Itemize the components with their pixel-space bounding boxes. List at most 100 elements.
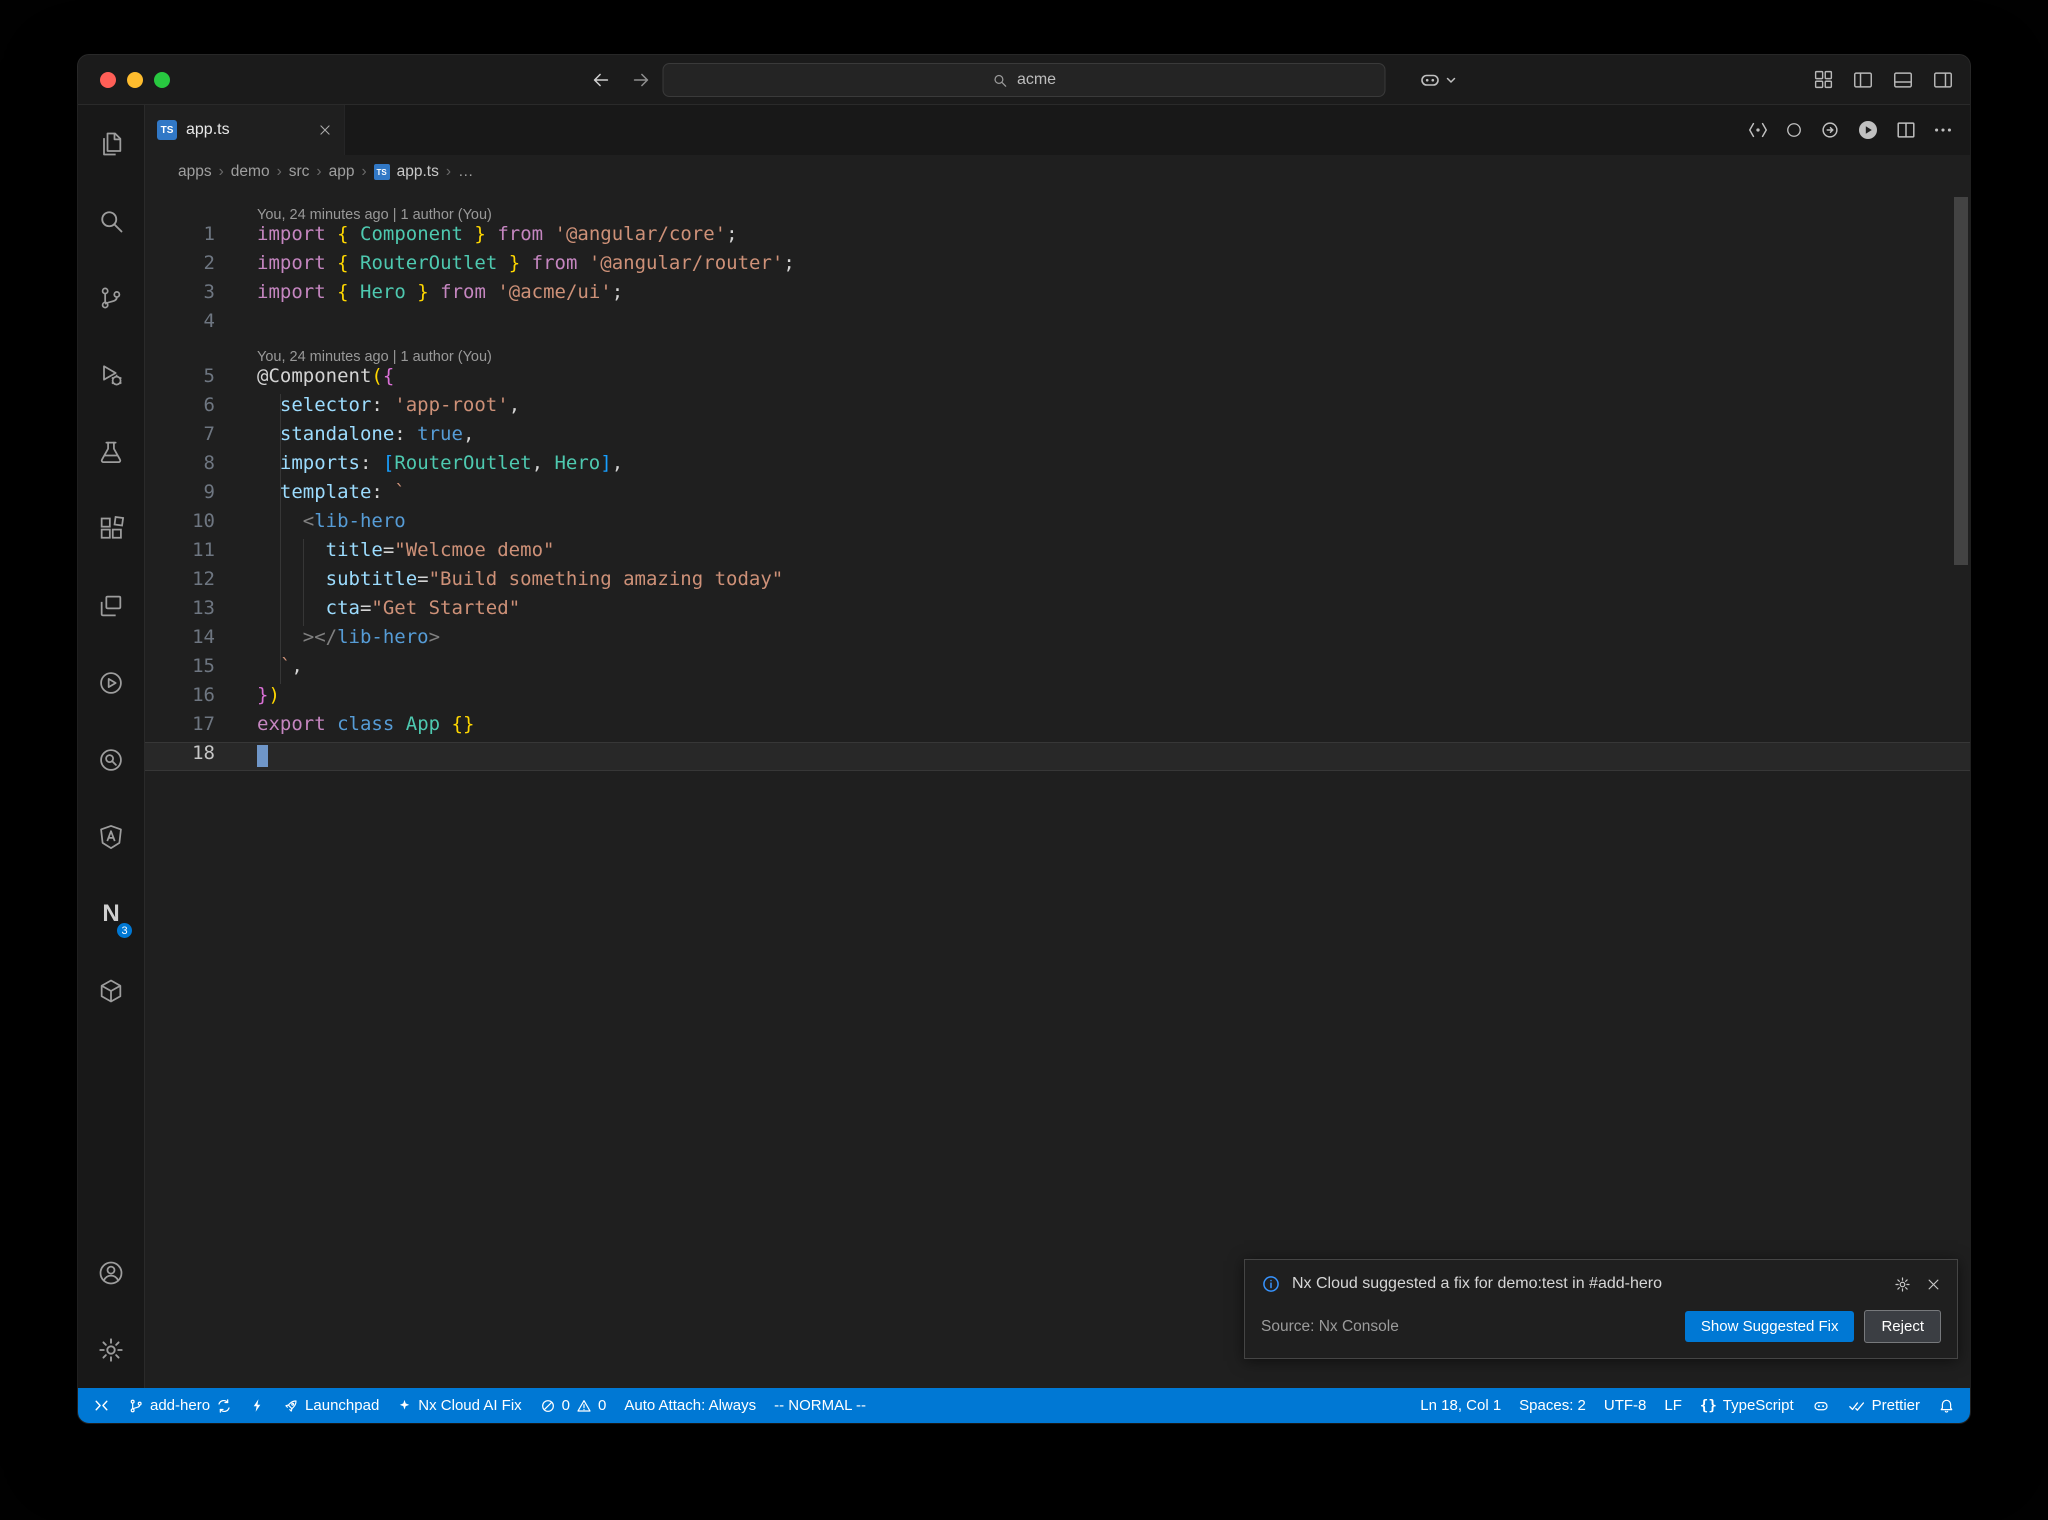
sidebar-item-windows[interactable] [78,567,144,644]
remote-indicator[interactable] [84,1388,119,1423]
breadcrumb-item[interactable]: apps [178,163,212,181]
breadcrumb-item[interactable]: demo [231,163,270,181]
codelens-annotation[interactable]: You, 24 minutes ago | 1 author (You) [145,197,1970,223]
zoom-window-button[interactable] [154,71,170,88]
customize-layout-icon[interactable] [1813,69,1834,90]
minimize-window-button[interactable] [127,71,143,88]
code-line[interactable]: 2 import { RouterOutlet } from '@angular/… [145,252,1970,281]
sidebar-item-run-debug[interactable] [78,336,144,413]
code-text: `, [279,655,303,677]
code-editor[interactable]: You, 24 minutes ago | 1 author (You) 1 imp… [145,189,1970,1388]
close-window-button[interactable] [100,71,116,88]
notification-settings-icon[interactable] [1894,1276,1911,1293]
sidebar-item-angular[interactable] [78,798,144,875]
scrollbar-thumb[interactable] [1954,197,1968,565]
sidebar-item-testing[interactable] [78,413,144,490]
angular-icon [97,823,125,851]
layers-icon [97,592,125,620]
problems-status[interactable]: 0 0 [531,1388,616,1423]
indentation-status[interactable]: Spaces: 2 [1510,1388,1595,1423]
code-line[interactable]: 9 template: ` [145,481,1970,510]
activity-bar-top: N 3 [78,105,144,1234]
back-icon[interactable] [590,69,612,91]
codelens-annotation[interactable]: You, 24 minutes ago | 1 author (You) [145,339,1970,365]
copilot-status[interactable] [1803,1388,1839,1423]
files-icon [97,130,125,158]
code-line[interactable]: 15 `, [145,655,1970,684]
breadcrumb-item[interactable]: app [329,163,355,181]
notification-close-icon[interactable] [1926,1277,1941,1292]
sidebar-item-nx[interactable]: N 3 [78,875,144,952]
forward-icon[interactable] [630,69,652,91]
nx-cloud-ai-fix-status[interactable]: Nx Cloud AI Fix [388,1388,530,1423]
tab-label: app.ts [186,121,230,138]
toggle-sidebar-left-icon[interactable] [1852,69,1874,91]
sidebar-item-search[interactable] [78,182,144,259]
auto-attach-status[interactable]: Auto Attach: Always [615,1388,765,1423]
line-number: 14 [192,626,215,648]
tab-app-ts[interactable]: TS app.ts [145,105,345,155]
breadcrumb-overflow[interactable]: … [458,163,474,181]
code-text: title="Welcmoe demo" [325,539,555,561]
code-line[interactable]: 4 [145,310,1970,339]
extensions-icon [97,515,125,543]
status-bar: add-hero Launchpad Nx Cloud AI Fix 0 0 A… [78,1388,1970,1423]
code-line[interactable]: 11 title="Welcmoe demo" [145,539,1970,568]
code-line[interactable]: 14 ></lib-hero> [145,626,1970,655]
line-number: 2 [203,252,215,274]
formatter-status[interactable]: Prettier [1839,1388,1929,1423]
copilot-menu[interactable] [1418,68,1457,92]
code-line[interactable]: 16}) [145,684,1970,713]
code-line[interactable]: 8 imports: [RouterOutlet, Hero], [145,452,1970,481]
goto-next-change-icon[interactable] [1819,119,1841,141]
code-line[interactable]: 3 import { Hero } from '@acme/ui'; [145,281,1970,310]
eol-status[interactable]: LF [1655,1388,1691,1423]
code-line[interactable]: 7 standalone: true, [145,423,1970,452]
code-line[interactable]: 5 @Component({ [145,365,1970,394]
code-line[interactable]: 13 cta="Get Started" [145,597,1970,626]
vim-mode-status[interactable]: -- NORMAL -- [765,1388,875,1423]
reject-button[interactable]: Reject [1864,1310,1941,1343]
git-branch-icon [97,284,125,312]
sidebar-item-source-control[interactable] [78,259,144,336]
notifications-bell[interactable] [1929,1388,1964,1423]
sidebar-item-inspect[interactable] [78,721,144,798]
git-branch-status[interactable]: add-hero [119,1388,241,1423]
beaker-icon [97,438,125,466]
code-line[interactable]: 1 import { Component } from '@angular/cor… [145,223,1970,252]
open-changes-icon[interactable] [1747,119,1769,141]
split-editor-icon[interactable] [1895,119,1917,141]
sidebar-item-run-target[interactable] [78,644,144,721]
settings-button[interactable] [78,1311,144,1388]
more-actions-icon[interactable] [1932,119,1954,141]
zap-status[interactable] [241,1388,274,1423]
cursor-position-status[interactable]: Ln 18, Col 1 [1411,1388,1510,1423]
launchpad-status[interactable]: Launchpad [274,1388,388,1423]
toggle-panel-icon[interactable] [1892,69,1914,91]
code-line[interactable]: 17 export class App {} [145,713,1970,742]
code-line[interactable]: 10 <lib-hero [145,510,1970,539]
close-tab-icon[interactable] [318,123,332,137]
code-text: template: ` [279,481,406,503]
errors-count: 0 [561,1397,571,1414]
sidebar-item-extensions[interactable] [78,490,144,567]
sidebar-item-package[interactable] [78,952,144,1029]
run-file-icon[interactable] [1856,118,1880,142]
breadcrumb-item-current[interactable]: app.ts [397,163,439,181]
copilot-icon [1812,1397,1830,1415]
line-number: 12 [192,568,215,590]
encoding-status[interactable]: UTF-8 [1595,1388,1656,1423]
account-button[interactable] [78,1234,144,1311]
show-suggested-fix-button[interactable]: Show Suggested Fix [1684,1311,1855,1342]
circle-status-icon[interactable] [1784,120,1804,140]
toggle-sidebar-right-icon[interactable] [1932,69,1954,91]
command-center-search[interactable]: acme [662,63,1386,97]
code-line[interactable]: 18 [145,742,1970,771]
sidebar-item-explorer[interactable] [78,105,144,182]
breadcrumb-item[interactable]: src [289,163,310,181]
code-line[interactable]: 12 subtitle="Build something amazing tod… [145,568,1970,597]
code-line[interactable]: 6 selector: 'app-root', [145,394,1970,423]
formatter-label: Prettier [1871,1397,1920,1414]
language-mode-status[interactable]: {} TypeScript [1691,1388,1803,1423]
notification-toast: Nx Cloud suggested a fix for demo:test i… [1244,1259,1958,1359]
